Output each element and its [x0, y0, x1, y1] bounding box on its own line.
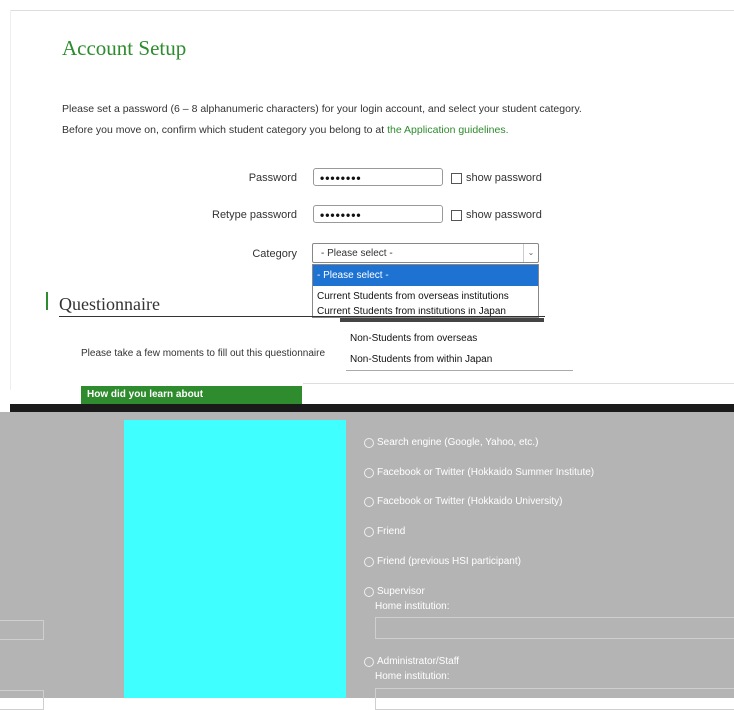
category-option[interactable]: - Please select - — [313, 265, 538, 286]
retype-password-input[interactable]: •••••••• — [313, 205, 443, 223]
password-input[interactable]: •••••••• — [313, 168, 443, 186]
checkbox-icon[interactable] — [451, 209, 462, 221]
category-option[interactable]: Non-Students from overseas — [346, 328, 573, 349]
left-field[interactable] — [0, 620, 44, 640]
answer-option[interactable]: Facebook or Twitter (Hokkaido University… — [364, 496, 562, 507]
answer-option[interactable]: Administrator/Staff — [364, 656, 459, 667]
retype-password-label: Retype password — [212, 209, 297, 221]
password-label: Password — [248, 172, 297, 184]
home-institution-input[interactable] — [375, 617, 734, 639]
answer-label: Friend — [377, 526, 406, 537]
intro-line-1: Please set a password (6 – 8 alphanumeri… — [62, 103, 582, 115]
questionnaire-title: Questionnaire — [59, 294, 160, 314]
answer-label: Administrator/Staff — [377, 656, 460, 667]
category-dropdown[interactable]: - Please select - Current Students from … — [312, 264, 539, 318]
answer-option[interactable]: Friend (previous HSI participant) — [364, 556, 521, 567]
answer-option[interactable]: Facebook or Twitter (Hokkaido Summer Ins… — [364, 467, 594, 478]
answer-option[interactable]: Friend — [364, 526, 405, 537]
left-border — [10, 10, 11, 390]
answer-label: Facebook or Twitter (Hokkaido University… — [377, 496, 563, 507]
home-institution-label: Home institution: — [375, 671, 450, 682]
category-dropdown-overflow[interactable]: Non-Students from overseas Non-Students … — [346, 328, 573, 371]
radio-icon[interactable] — [364, 526, 374, 537]
show-password-label: show password — [466, 209, 542, 221]
render-artifact-bar — [10, 404, 734, 412]
top-border — [10, 10, 734, 11]
home-institution-label: Home institution: — [375, 601, 450, 612]
answer-label: Search engine (Google, Yahoo, etc.) — [377, 437, 539, 448]
radio-icon[interactable] — [364, 586, 374, 597]
questionnaire-intro: Please take a few moments to fill out th… — [81, 348, 326, 359]
category-option[interactable]: Current Students from overseas instituti… — [313, 286, 538, 307]
show-password-toggle-1[interactable]: show password — [451, 172, 542, 184]
show-password-toggle-2[interactable]: show password — [451, 209, 542, 221]
questionnaire-underline — [59, 316, 545, 317]
show-password-label: show password — [466, 172, 542, 184]
divider — [303, 383, 734, 384]
home-institution-input[interactable] — [375, 688, 734, 710]
section-accent-bar — [46, 292, 48, 310]
answer-option[interactable]: Supervisor — [364, 586, 425, 597]
radio-icon[interactable] — [364, 656, 374, 667]
radio-icon[interactable] — [364, 467, 374, 478]
answer-label: Friend (previous HSI participant) — [377, 556, 521, 567]
answer-option[interactable]: Search engine (Google, Yahoo, etc.) — [364, 437, 538, 448]
checkbox-icon[interactable] — [451, 172, 462, 184]
render-artifact — [340, 318, 544, 322]
application-guidelines-link[interactable]: the Application guidelines. — [387, 124, 508, 136]
category-option[interactable]: Non-Students from within Japan — [346, 349, 573, 370]
radio-icon[interactable] — [364, 437, 374, 448]
radio-icon[interactable] — [364, 496, 374, 507]
intro-line-2: Before you move on, confirm which studen… — [62, 124, 509, 136]
answer-label: Facebook or Twitter (Hokkaido Summer Ins… — [377, 467, 595, 478]
question-header: How did you learn about — [81, 386, 302, 404]
intro-line-2-text: Before you move on, confirm which studen… — [62, 124, 388, 136]
page-title: Account Setup — [62, 36, 187, 60]
radio-icon[interactable] — [364, 556, 374, 567]
chevron-down-icon[interactable]: ⌄ — [523, 244, 538, 262]
cyan-block — [124, 420, 346, 698]
category-selected-value: - Please select - — [321, 248, 393, 259]
category-select[interactable]: - Please select - ⌄ — [312, 243, 539, 263]
left-field[interactable] — [0, 690, 44, 710]
answer-label: Supervisor — [377, 586, 425, 597]
category-label: Category — [252, 248, 297, 260]
